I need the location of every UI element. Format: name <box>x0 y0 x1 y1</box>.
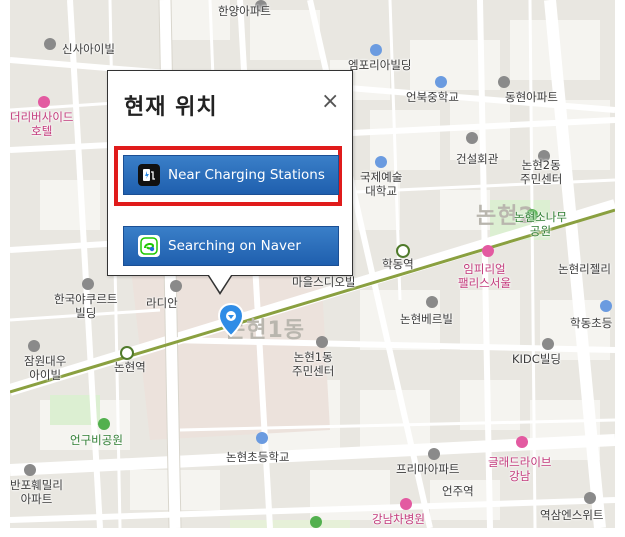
poi-icon[interactable] <box>498 76 510 88</box>
map-label: 언주역 <box>442 484 474 498</box>
location-pin-icon[interactable] <box>217 302 245 341</box>
school-icon[interactable] <box>600 300 612 312</box>
map-label: 임피리얼 팰리스서울 <box>458 262 511 290</box>
map-label: 마을스디오빌 <box>292 275 356 289</box>
map-label: 논현1동 주민센터 <box>292 350 335 378</box>
poi-icon[interactable] <box>170 280 182 292</box>
map-label: 학동초등 <box>570 316 613 330</box>
map-label: 반포훼밀리 아파트 <box>10 478 63 506</box>
map-label: 역삼엔스위트 <box>540 508 604 522</box>
map-label: 신사아이빌 <box>62 42 115 56</box>
map-label: 엠포리아빌딩 <box>348 58 412 72</box>
school-icon[interactable] <box>375 156 387 168</box>
poi-icon[interactable] <box>82 278 94 290</box>
subway-station-icon[interactable] <box>120 346 134 360</box>
close-icon[interactable]: × <box>321 91 339 113</box>
poi-icon[interactable] <box>428 448 440 460</box>
map-label: 프리마아파트 <box>396 462 460 476</box>
school-icon[interactable] <box>256 432 268 444</box>
ev-charger-icon <box>138 164 160 186</box>
map-label: 건설회관 <box>456 152 499 166</box>
poi-icon[interactable] <box>542 338 554 350</box>
map-label: 강남차병원 <box>372 512 425 526</box>
poi-icon[interactable] <box>44 38 56 50</box>
subway-station-icon[interactable] <box>396 244 410 258</box>
hotel-icon[interactable] <box>38 96 50 108</box>
school-icon[interactable] <box>370 44 382 56</box>
map-label: 동현아파트 <box>505 90 558 104</box>
map-label: 언북중학교 <box>406 90 459 104</box>
school-icon[interactable] <box>435 76 447 88</box>
map-label: 언구비공원 <box>70 433 123 447</box>
popup-tail-inner <box>207 272 233 292</box>
map-label: 학동역 <box>382 257 414 271</box>
naver-map-icon <box>138 235 160 257</box>
poi-icon[interactable] <box>426 296 438 308</box>
map-label: 논현초등학교 <box>226 450 290 464</box>
map-label: 라디안 <box>146 296 178 310</box>
searching-on-naver-label: Searching on Naver <box>168 238 301 254</box>
current-location-popup: 현재 위치 × Near Charging Stations Searching… <box>107 70 353 276</box>
poi-icon[interactable] <box>316 336 328 348</box>
hospital-icon[interactable] <box>400 498 412 510</box>
map-label: 논현2동 주민센터 <box>520 158 563 186</box>
poi-icon[interactable] <box>24 464 36 476</box>
near-charging-stations-button[interactable]: Near Charging Stations <box>123 155 339 195</box>
searching-on-naver-button[interactable]: Searching on Naver <box>123 226 339 266</box>
map-label: 한국야쿠르트 빌딩 <box>54 292 118 320</box>
map-label: 잠원대우 아이빌 <box>24 354 67 382</box>
map-label: 논현베르빌 <box>400 312 453 326</box>
map-label: 논현리젤리 <box>558 262 611 276</box>
map-label: 한양아파트 <box>218 4 271 18</box>
near-charging-stations-label: Near Charging Stations <box>168 167 325 183</box>
map-label: 글래드라이브 강남 <box>488 455 552 483</box>
map-view[interactable]: 논현1동 논현2 한양아파트 신사아이빌 엠포리아빌딩 언북중학교 동현아파트 … <box>10 0 615 528</box>
poi-icon[interactable] <box>584 492 596 504</box>
poi-icon[interactable] <box>28 340 40 352</box>
hotel-icon[interactable] <box>516 436 528 448</box>
map-label: 국제예술 대학교 <box>360 170 403 198</box>
park-icon[interactable] <box>310 516 322 528</box>
map-label: 논현역 <box>114 360 146 374</box>
popup-title: 현재 위치 <box>124 95 218 120</box>
hotel-icon[interactable] <box>482 245 494 257</box>
map-label: KIDC빌딩 <box>512 352 561 366</box>
map-label: 더리버사이드 호텔 <box>10 110 74 138</box>
map-label: 논현소나무 공원 <box>514 210 567 238</box>
park-icon[interactable] <box>98 418 110 430</box>
poi-icon[interactable] <box>466 132 478 144</box>
